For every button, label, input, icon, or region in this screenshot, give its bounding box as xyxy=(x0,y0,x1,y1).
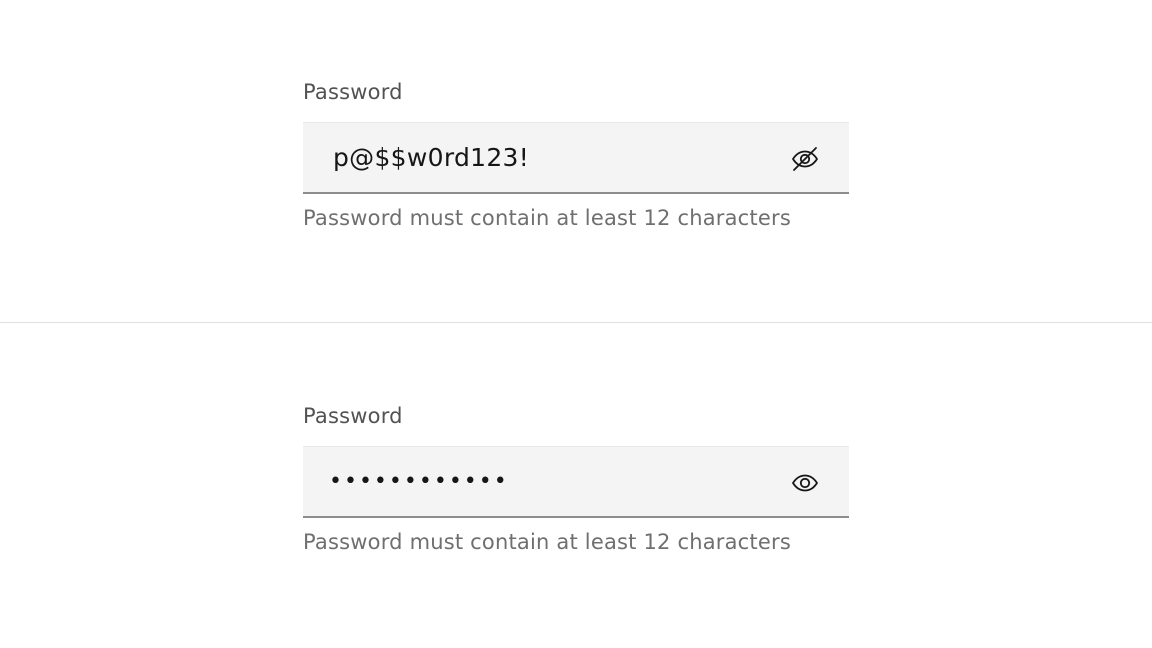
password-helper-text: Password must contain at least 12 charac… xyxy=(303,206,791,230)
eye-icon xyxy=(792,474,818,492)
password-input-visible[interactable]: p@$$w0rd123! xyxy=(303,122,849,194)
password-masked-section: Password •••••••••••• Password must cont… xyxy=(0,324,1152,648)
eye-off-icon xyxy=(792,147,818,171)
password-field-visible: Password p@$$w0rd123! Password must cont… xyxy=(303,78,849,232)
password-visible-section: Password p@$$w0rd123! Password must cont… xyxy=(0,0,1152,322)
hide-password-button[interactable] xyxy=(789,143,821,175)
password-field-masked: Password •••••••••••• Password must cont… xyxy=(303,402,849,556)
password-label: Password xyxy=(303,404,403,428)
password-label: Password xyxy=(303,80,403,104)
password-masked-text[interactable]: •••••••••••• xyxy=(329,447,509,517)
password-value-text[interactable]: p@$$w0rd123! xyxy=(333,123,529,193)
password-input-masked[interactable]: •••••••••••• xyxy=(303,446,849,518)
section-divider xyxy=(0,322,1152,323)
password-helper-text: Password must contain at least 12 charac… xyxy=(303,530,791,554)
show-password-button[interactable] xyxy=(789,467,821,499)
